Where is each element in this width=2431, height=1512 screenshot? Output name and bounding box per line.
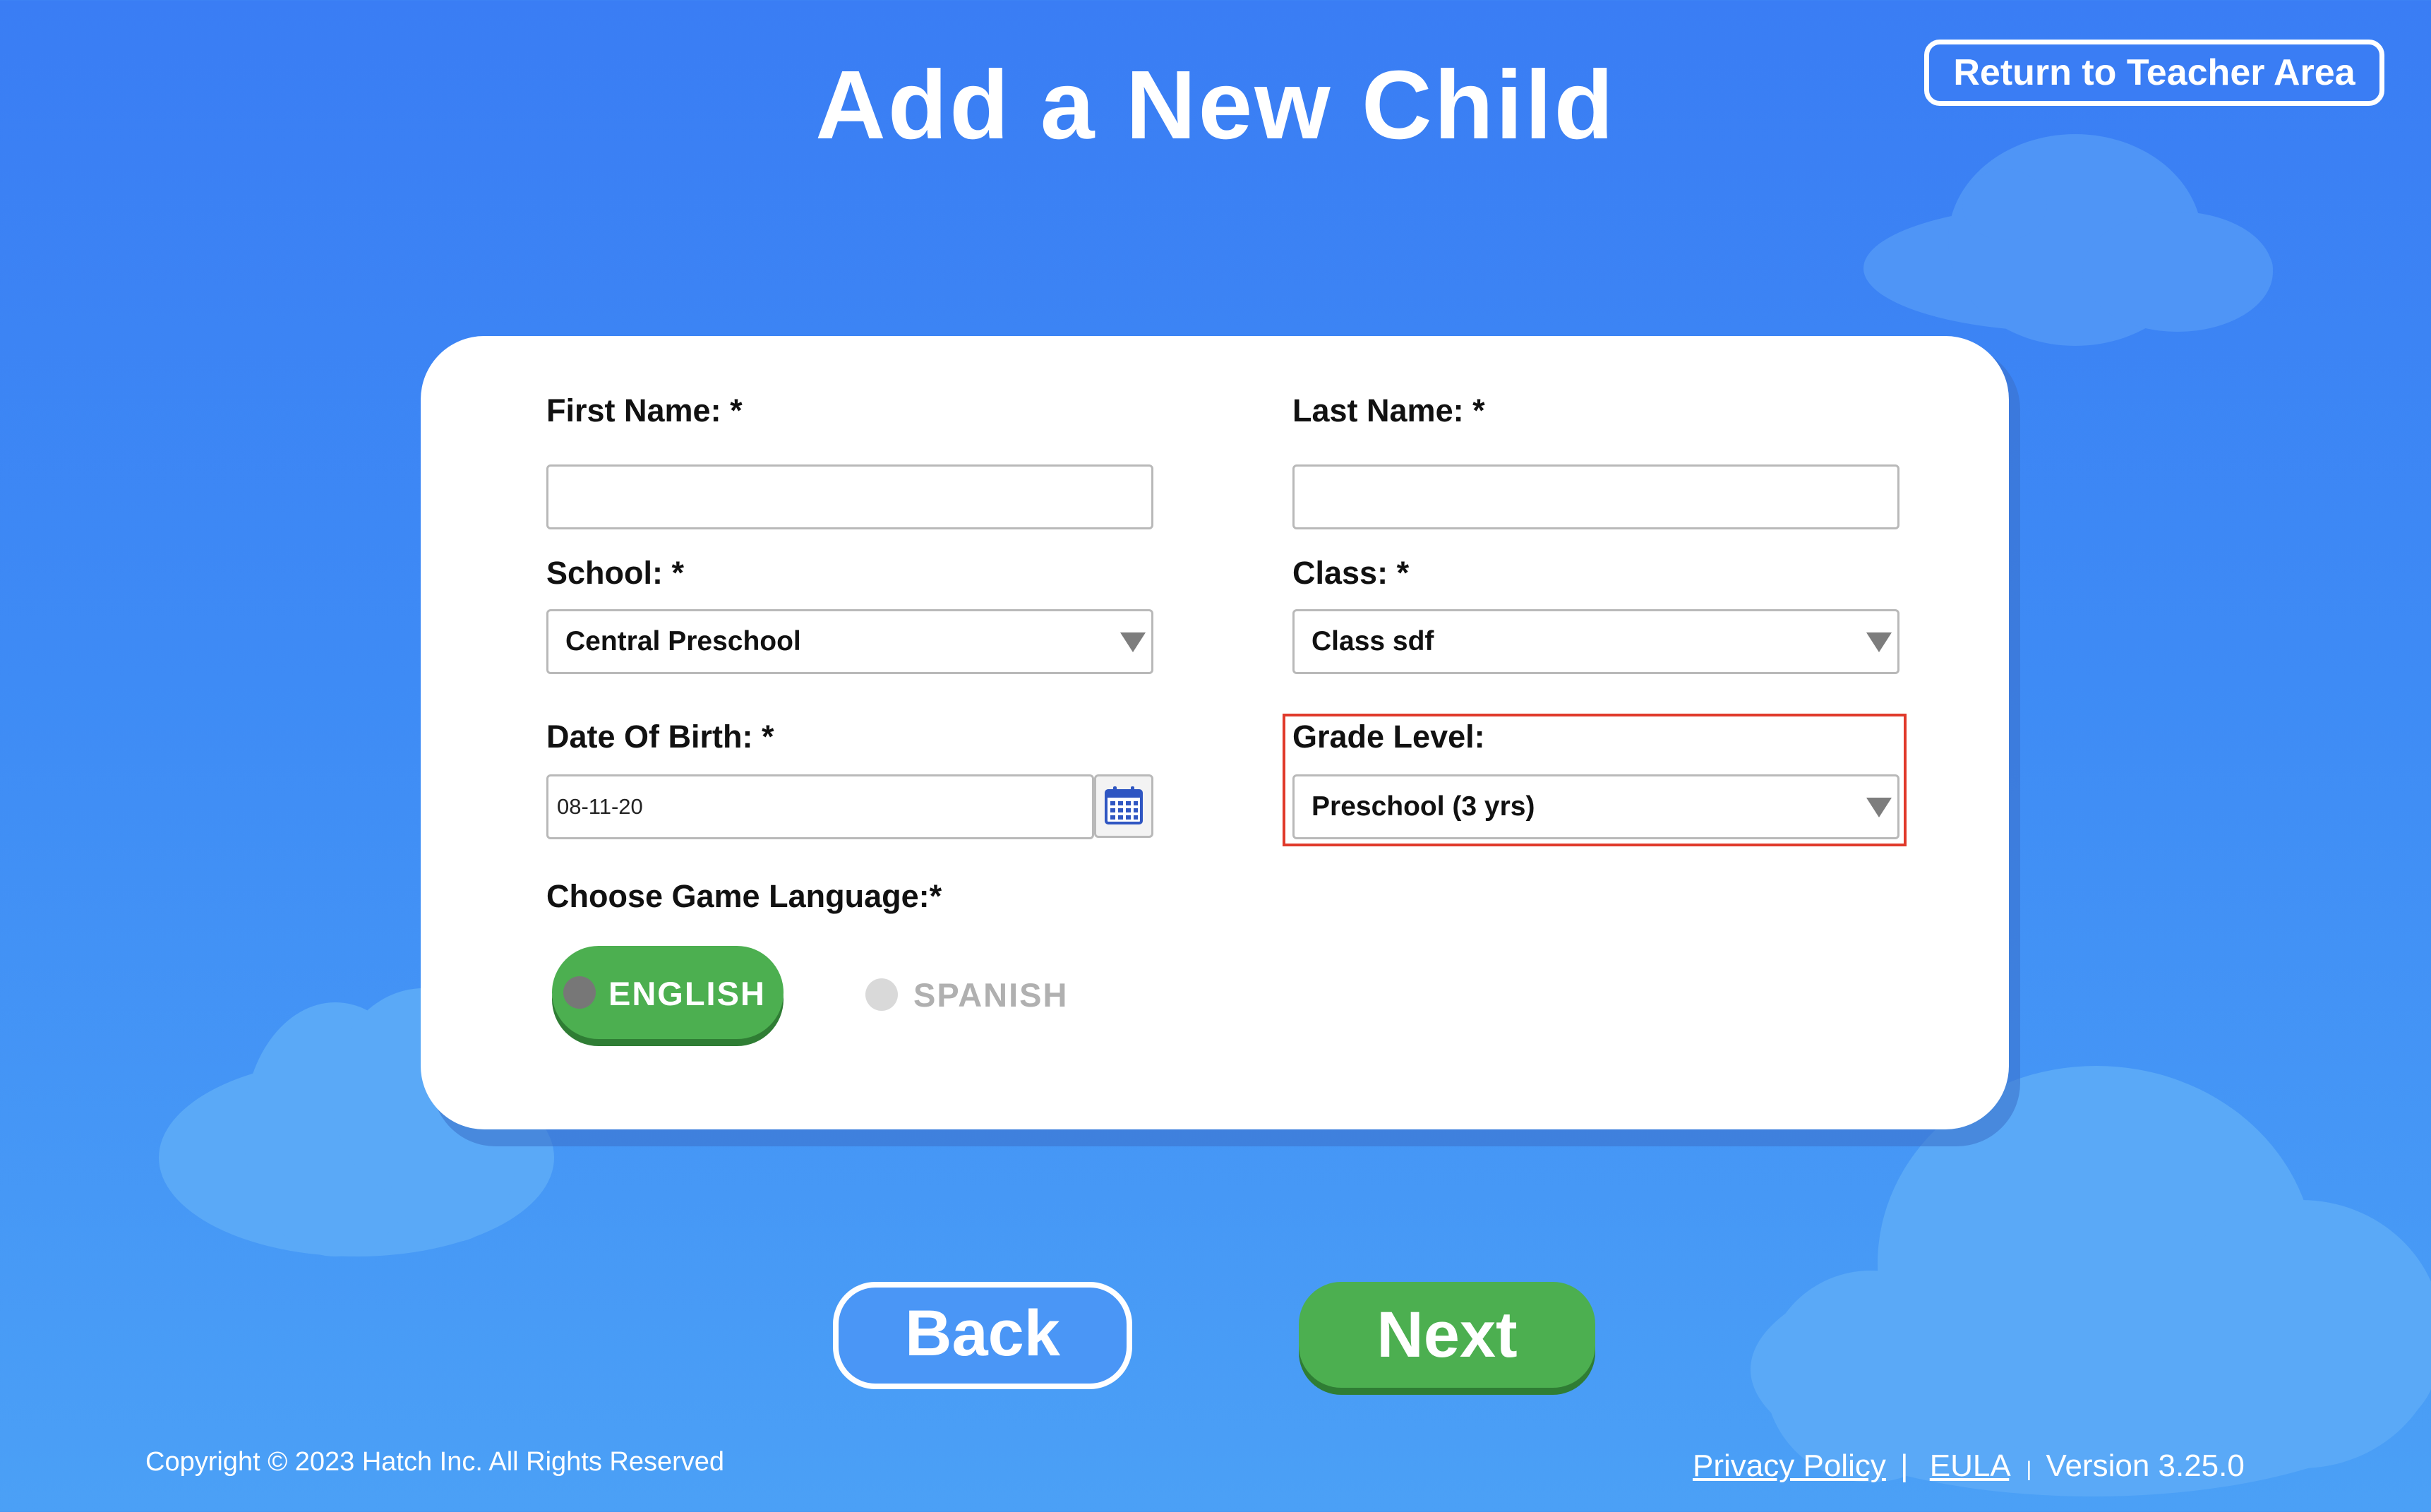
language-spanish-label: SPANISH bbox=[913, 976, 1069, 1014]
first-name-input[interactable] bbox=[546, 464, 1153, 529]
school-select[interactable]: Central Preschool bbox=[546, 609, 1153, 674]
footer-links: Privacy Policy | EULA | Version 3.25.0 bbox=[1693, 1448, 2245, 1484]
language-option-english[interactable]: ENGLISH bbox=[552, 946, 784, 1039]
chevron-down-icon bbox=[1866, 632, 1892, 652]
date-of-birth-value: 08-11-20 bbox=[557, 794, 643, 819]
eula-link[interactable]: EULA bbox=[1930, 1448, 2010, 1483]
language-english-label: ENGLISH bbox=[608, 975, 766, 1012]
chevron-down-icon bbox=[1120, 632, 1146, 652]
date-of-birth-label: Date Of Birth: * bbox=[546, 719, 774, 755]
school-label: School: * bbox=[546, 555, 685, 591]
calendar-icon bbox=[1105, 786, 1143, 824]
class-select-value: Class sdf bbox=[1311, 626, 1434, 656]
grade-level-select-value: Preschool (3 yrs) bbox=[1311, 791, 1535, 822]
back-button[interactable]: Back bbox=[833, 1282, 1132, 1389]
return-to-teacher-area-button[interactable]: Return to Teacher Area bbox=[1924, 40, 2384, 106]
footer-separator: | bbox=[1900, 1448, 1909, 1483]
game-language-label: Choose Game Language:* bbox=[546, 878, 942, 914]
copyright-text: Copyright © 2023 Hatch Inc. All Rights R… bbox=[145, 1447, 725, 1477]
last-name-label: Last Name: * bbox=[1292, 392, 1485, 428]
grade-level-select[interactable]: Preschool (3 yrs) bbox=[1292, 774, 1899, 839]
school-select-value: Central Preschool bbox=[565, 626, 801, 656]
last-name-input[interactable] bbox=[1292, 464, 1899, 529]
radio-unselected-icon bbox=[865, 978, 898, 1011]
class-select[interactable]: Class sdf bbox=[1292, 609, 1899, 674]
date-of-birth-input[interactable]: 08-11-20 bbox=[546, 774, 1094, 839]
version-text: Version 3.25.0 bbox=[2046, 1448, 2245, 1483]
language-option-spanish[interactable]: SPANISH bbox=[863, 976, 1074, 1018]
next-button[interactable]: Next bbox=[1299, 1282, 1595, 1388]
class-label: Class: * bbox=[1292, 555, 1410, 591]
grade-level-label: Grade Level: bbox=[1292, 719, 1485, 755]
radio-selected-icon bbox=[563, 976, 596, 1009]
privacy-policy-link[interactable]: Privacy Policy bbox=[1693, 1448, 1886, 1483]
calendar-button[interactable] bbox=[1094, 774, 1153, 838]
first-name-label: First Name: * bbox=[546, 392, 743, 428]
chevron-down-icon bbox=[1866, 798, 1892, 817]
footer-separator: | bbox=[2026, 1458, 2032, 1481]
